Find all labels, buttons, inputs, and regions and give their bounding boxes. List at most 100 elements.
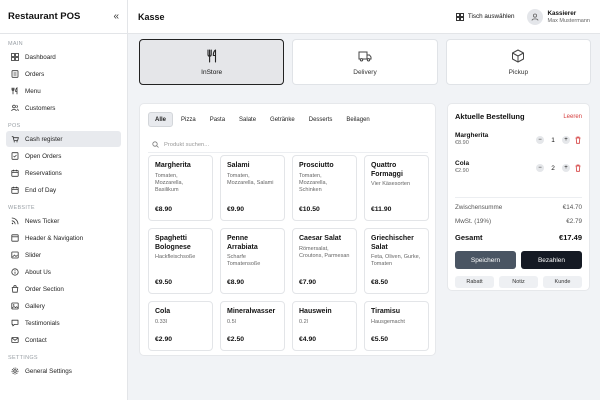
product-card[interactable]: Penne Arrabiata Scharfe Tomatensoße €8.90 xyxy=(220,228,285,294)
product-card[interactable]: Tiramisu Hausgemacht €5.50 xyxy=(364,301,429,351)
image-icon xyxy=(11,302,19,310)
sidebar-item-contact[interactable]: Contact xyxy=(6,332,121,348)
increase-quantity-button[interactable]: + xyxy=(562,136,570,144)
sidebar-item-cash-register[interactable]: Cash register xyxy=(6,131,121,147)
sidebar-item-label: Testimonials xyxy=(25,319,60,327)
sidebar-item-label: About Us xyxy=(25,268,51,276)
cart-icon xyxy=(11,135,19,143)
subtotal-row: Zwischensumme €14.70 xyxy=(455,204,582,211)
sidebar-item-general-settings[interactable]: General Settings xyxy=(6,363,121,379)
trash-icon[interactable] xyxy=(574,164,582,172)
sidebar-item-header-navigation[interactable]: Header & Navigation xyxy=(6,230,121,246)
sidebar-item-about-us[interactable]: About Us xyxy=(6,264,121,280)
product-card[interactable]: Margherita Tomaten, Mozzarella, Basilikum… xyxy=(148,155,213,221)
product-name: Margherita xyxy=(155,162,191,169)
sidebar-item-news-ticker[interactable]: News Ticker xyxy=(6,213,121,229)
select-table-button[interactable]: Tisch auswählen xyxy=(455,12,515,21)
sidebar-item-customers[interactable]: Customers xyxy=(6,100,121,116)
category-tab-1[interactable]: Pizza xyxy=(175,112,202,127)
sidebar-item-label: Open Orders xyxy=(25,152,62,160)
table-grid-icon xyxy=(455,12,464,21)
sidebar-item-reservations[interactable]: Reservations xyxy=(6,165,121,181)
search-bar xyxy=(148,137,428,153)
discount-button[interactable]: Rabatt xyxy=(455,276,494,288)
sidebar-item-label: Customers xyxy=(25,104,56,112)
product-price: €8.90 xyxy=(227,279,245,286)
sidebar-item-label: General Settings xyxy=(25,367,72,375)
product-name: Cola xyxy=(155,308,171,315)
sidebar-item-dashboard[interactable]: Dashboard xyxy=(6,49,121,65)
sidebar-item-slider[interactable]: Slider xyxy=(6,247,121,263)
product-card[interactable]: Salami Tomaten, Mozzarella, Salami €9.90 xyxy=(220,155,285,221)
sidebar-item-label: Header & Navigation xyxy=(25,234,84,242)
sidebar-item-testimonials[interactable]: Testimonials xyxy=(6,315,121,331)
pay-button[interactable]: Bezahlen xyxy=(521,251,582,269)
product-price: €2.50 xyxy=(227,336,245,343)
product-name: Prosciutto xyxy=(299,162,334,169)
increase-quantity-button[interactable]: + xyxy=(562,164,570,172)
bag-icon xyxy=(11,285,19,293)
order-actions: Speichern Bezahlen xyxy=(455,251,582,269)
order-type-selector: InStore Delivery Pickup xyxy=(139,39,591,85)
sidebar-item-label: Order Section xyxy=(25,285,64,293)
decrease-quantity-button[interactable]: − xyxy=(536,136,544,144)
select-table-label: Tisch auswählen xyxy=(467,13,515,20)
search-icon xyxy=(152,141,159,148)
order-type-pickup[interactable]: Pickup xyxy=(445,39,591,85)
order-type-delivery[interactable]: Delivery xyxy=(292,39,438,85)
clipboard-check-icon xyxy=(11,152,19,160)
sidebar-nav: MAIN Dashboard Orders Menu Customers POS Cash … xyxy=(0,40,127,379)
trash-icon[interactable] xyxy=(574,136,582,144)
collapse-sidebar-icon[interactable]: « xyxy=(113,11,119,22)
product-card[interactable]: Quattro Formaggi Vier Käsesorten €11.90 xyxy=(364,155,429,221)
category-tab-3[interactable]: Salate xyxy=(233,112,262,127)
product-desc: Hausgemacht xyxy=(371,318,405,325)
info-icon xyxy=(11,268,19,276)
search-input[interactable] xyxy=(164,141,404,148)
clear-order-button[interactable]: Leeren xyxy=(563,114,582,120)
sidebar-item-label: Dashboard xyxy=(25,53,56,61)
category-tab-5[interactable]: Desserts xyxy=(303,112,339,127)
decrease-quantity-button[interactable]: − xyxy=(536,164,544,172)
save-button[interactable]: Speichern xyxy=(455,251,516,269)
sidebar-item-label: Gallery xyxy=(25,302,45,310)
sidebar-item-label: Slider xyxy=(25,251,42,259)
subtotal-label: Zwischensumme xyxy=(455,204,503,211)
product-card[interactable]: Spaghetti Bolognese Hackfleischsoße €9.50 xyxy=(148,228,213,294)
calendar-icon xyxy=(11,186,19,194)
sidebar-item-menu[interactable]: Menu xyxy=(6,83,121,99)
note-button[interactable]: Notiz xyxy=(499,276,538,288)
subtotal-value: €14.70 xyxy=(562,204,582,211)
product-price: €10.50 xyxy=(299,206,320,213)
sidebar-item-open-orders[interactable]: Open Orders xyxy=(6,148,121,164)
product-card[interactable]: Caesar Salat Römersalat, Croutons, Parmes… xyxy=(292,228,357,294)
product-desc: 0.33l xyxy=(155,318,167,325)
category-tab-6[interactable]: Beilagen xyxy=(340,112,375,127)
product-card[interactable]: Prosciutto Tomaten, Mozzarella, Schinken €… xyxy=(292,155,357,221)
sidebar-item-order-section[interactable]: Order Section xyxy=(6,281,121,297)
product-price: €2.90 xyxy=(155,336,173,343)
clipboard-icon xyxy=(11,70,19,78)
product-desc: Scharfe Tomatensoße xyxy=(227,254,261,267)
sidebar-item-gallery[interactable]: Gallery xyxy=(6,298,121,314)
category-tab-0[interactable]: Alle xyxy=(148,112,174,127)
category-tab-4[interactable]: Getränke xyxy=(264,112,301,127)
category-tab-2[interactable]: Pasta xyxy=(204,112,231,127)
product-card[interactable]: Cola 0.33l €2.90 xyxy=(148,301,213,351)
product-card[interactable]: Mineralwasser 0.5l €2.50 xyxy=(220,301,285,351)
tax-value: €2.79 xyxy=(566,218,582,225)
image-icon xyxy=(11,251,19,259)
product-card[interactable]: Griechischer Salat Feta, Oliven, Gurke, T… xyxy=(364,228,429,294)
user-icon xyxy=(531,13,538,21)
product-name: Mineralwasser xyxy=(227,308,276,315)
sidebar-item-label: Orders xyxy=(25,70,45,78)
sidebar-item-label: Cash register xyxy=(25,135,63,143)
sidebar-item-orders[interactable]: Orders xyxy=(6,66,121,82)
customer-button[interactable]: Kunde xyxy=(543,276,582,288)
product-desc: Hackfleischsoße xyxy=(155,254,196,260)
user-name: Max Mustermann xyxy=(547,17,591,24)
sidebar-item-end-of-day[interactable]: End of Day xyxy=(6,182,121,198)
order-type-instore[interactable]: InStore xyxy=(139,39,285,85)
avatar[interactable] xyxy=(526,8,543,25)
product-card[interactable]: Hauswein 0.2l €4.90 xyxy=(292,301,357,351)
